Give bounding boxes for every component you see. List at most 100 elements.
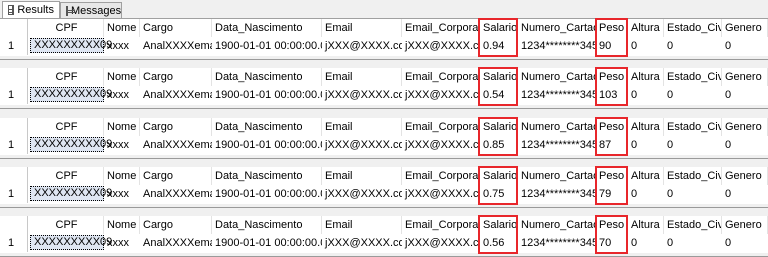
cell-cargo[interactable]: AnalXXXXemas [140, 185, 212, 203]
column-header-nome[interactable]: Nome [104, 167, 140, 185]
column-header-estado-civil[interactable]: Estado_Civil [664, 68, 722, 86]
cell-data-nascimento[interactable]: 1900-01-01 00:00:00.000 [212, 136, 322, 154]
column-header-peso[interactable]: Peso [596, 68, 628, 86]
column-header-data-nascimento[interactable]: Data_Nascimento [212, 68, 322, 86]
cell-email[interactable]: jXXX@XXXX.com [322, 86, 402, 104]
cell-salario[interactable]: 0.54 [480, 86, 518, 104]
column-header-altura[interactable]: Altura [628, 19, 664, 37]
column-header-genero[interactable]: Genero [722, 216, 768, 234]
column-header-data-nascimento[interactable]: Data_Nascimento [212, 118, 322, 136]
cell-salario[interactable]: 0.94 [480, 37, 518, 55]
cell-cpf-selected[interactable]: XXXXXXXXX09 [30, 137, 112, 152]
cell-peso[interactable]: 70 [596, 234, 628, 252]
cell-estado-civil[interactable]: 0 [664, 185, 722, 203]
result-grid[interactable]: CPF Nome Cargo Data_Nascimento Email Email_Co… [0, 18, 768, 57]
cell-genero[interactable]: 0 [722, 234, 768, 252]
column-header-genero[interactable]: Genero [722, 118, 768, 136]
column-header-cpf[interactable]: CPF [30, 167, 104, 185]
column-header-salario[interactable]: Salario [480, 167, 518, 185]
cell-nome[interactable]: xxxx [104, 86, 140, 104]
column-header-estado-civil[interactable]: Estado_Civil [664, 19, 722, 37]
column-header-data-nascimento[interactable]: Data_Nascimento [212, 216, 322, 234]
column-header-cpf[interactable]: CPF [30, 216, 104, 234]
cell-numero-cartao[interactable]: 1234********3456 [518, 136, 596, 154]
column-header-nome[interactable]: Nome [104, 19, 140, 37]
column-header-altura[interactable]: Altura [628, 68, 664, 86]
column-header-email-corporativo[interactable]: Email_Corporativo [402, 167, 480, 185]
column-header-numero-cartao[interactable]: Numero_Cartao [518, 216, 596, 234]
table-row[interactable]: 1XXXXXXXXX09xxxxAnalXXXXemas1900-01-01 0… [0, 234, 768, 252]
cell-salario[interactable]: 0.75 [480, 185, 518, 203]
column-header-email[interactable]: Email [322, 68, 402, 86]
column-header-peso[interactable]: Peso [596, 216, 628, 234]
cell-nome[interactable]: xxxx [104, 37, 140, 55]
cell-genero[interactable]: 0 [722, 136, 768, 154]
cell-email-corporativo[interactable]: jXXX@XXXX.com [402, 136, 480, 154]
cell-numero-cartao[interactable]: 1234********3456 [518, 37, 596, 55]
cell-cpf-selected[interactable]: XXXXXXXXX09 [30, 186, 112, 201]
table-row[interactable]: 1XXXXXXXXX09xxxxAnalXXXXemas1900-01-01 0… [0, 86, 768, 104]
cell-estado-civil[interactable]: 0 [664, 136, 722, 154]
cell-email-corporativo[interactable]: jXXX@XXXX.com [402, 37, 480, 55]
cell-email[interactable]: jXXX@XXXX.com [322, 37, 402, 55]
cell-genero[interactable]: 0 [722, 37, 768, 55]
cell-altura[interactable]: 0 [628, 234, 664, 252]
cell-email-corporativo[interactable]: jXXX@XXXX.com [402, 185, 480, 203]
column-header-data-nascimento[interactable]: Data_Nascimento [212, 19, 322, 37]
cell-altura[interactable]: 0 [628, 86, 664, 104]
cell-nome[interactable]: xxxx [104, 234, 140, 252]
table-row[interactable]: 1XXXXXXXXX09xxxxAnalXXXXemas1900-01-01 0… [0, 136, 768, 154]
cell-estado-civil[interactable]: 0 [664, 86, 722, 104]
column-header-cpf[interactable]: CPF [30, 19, 104, 37]
result-grid[interactable]: CPF Nome Cargo Data_Nascimento Email Email_Co… [0, 166, 768, 205]
column-header-cargo[interactable]: Cargo [140, 68, 212, 86]
cell-peso[interactable]: 103 [596, 86, 628, 104]
column-header-data-nascimento[interactable]: Data_Nascimento [212, 167, 322, 185]
column-header-cpf[interactable]: CPF [30, 118, 104, 136]
cell-peso[interactable]: 90 [596, 37, 628, 55]
column-header-email[interactable]: Email [322, 118, 402, 136]
column-header-nome[interactable]: Nome [104, 216, 140, 234]
column-header-salario[interactable]: Salario [480, 216, 518, 234]
column-header-cargo[interactable]: Cargo [140, 167, 212, 185]
result-grid[interactable]: CPF Nome Cargo Data_Nascimento Email Email_Co… [0, 117, 768, 156]
column-header-numero-cartao[interactable]: Numero_Cartao [518, 167, 596, 185]
column-header-email-corporativo[interactable]: Email_Corporativo [402, 216, 480, 234]
column-header-numero-cartao[interactable]: Numero_Cartao [518, 118, 596, 136]
result-grid[interactable]: CPF Nome Cargo Data_Nascimento Email Email_Co… [0, 67, 768, 106]
column-header-email-corporativo[interactable]: Email_Corporativo [402, 118, 480, 136]
column-header-genero[interactable]: Genero [722, 167, 768, 185]
cell-data-nascimento[interactable]: 1900-01-01 00:00:00.000 [212, 185, 322, 203]
cell-cpf-selected[interactable]: XXXXXXXXX09 [30, 87, 112, 102]
cell-numero-cartao[interactable]: 1234********3456 [518, 185, 596, 203]
column-header-nome[interactable]: Nome [104, 68, 140, 86]
column-header-altura[interactable]: Altura [628, 167, 664, 185]
cell-salario[interactable]: 0.56 [480, 234, 518, 252]
cell-data-nascimento[interactable]: 1900-01-01 00:00:00.000 [212, 37, 322, 55]
column-header-nome[interactable]: Nome [104, 118, 140, 136]
column-header-email[interactable]: Email [322, 216, 402, 234]
cell-altura[interactable]: 0 [628, 136, 664, 154]
cell-numero-cartao[interactable]: 1234********3456 [518, 86, 596, 104]
cell-cargo[interactable]: AnalXXXXemas [140, 37, 212, 55]
cell-email-corporativo[interactable]: jXXX@XXXX.com [402, 86, 480, 104]
column-header-cargo[interactable]: Cargo [140, 216, 212, 234]
column-header-cpf[interactable]: CPF [30, 68, 104, 86]
cell-altura[interactable]: 0 [628, 185, 664, 203]
result-grid[interactable]: CPF Nome Cargo Data_Nascimento Email Email_Co… [0, 215, 768, 254]
column-header-peso[interactable]: Peso [596, 118, 628, 136]
cell-nome[interactable]: xxxx [104, 185, 140, 203]
column-header-email-corporativo[interactable]: Email_Corporativo [402, 19, 480, 37]
column-header-peso[interactable]: Peso [596, 19, 628, 37]
cell-email-corporativo[interactable]: jXXX@XXXX.com [402, 234, 480, 252]
cell-cargo[interactable]: AnalXXXXemas [140, 136, 212, 154]
column-header-cargo[interactable]: Cargo [140, 19, 212, 37]
table-row[interactable]: 1XXXXXXXXX09xxxxAnalXXXXemas1900-01-01 0… [0, 37, 768, 55]
cell-cargo[interactable]: AnalXXXXemas [140, 86, 212, 104]
cell-peso[interactable]: 87 [596, 136, 628, 154]
column-header-email-corporativo[interactable]: Email_Corporativo [402, 68, 480, 86]
column-header-estado-civil[interactable]: Estado_Civil [664, 167, 722, 185]
column-header-altura[interactable]: Altura [628, 216, 664, 234]
cell-cpf-selected[interactable]: XXXXXXXXX09 [30, 38, 112, 53]
column-header-numero-cartao[interactable]: Numero_Cartao [518, 19, 596, 37]
